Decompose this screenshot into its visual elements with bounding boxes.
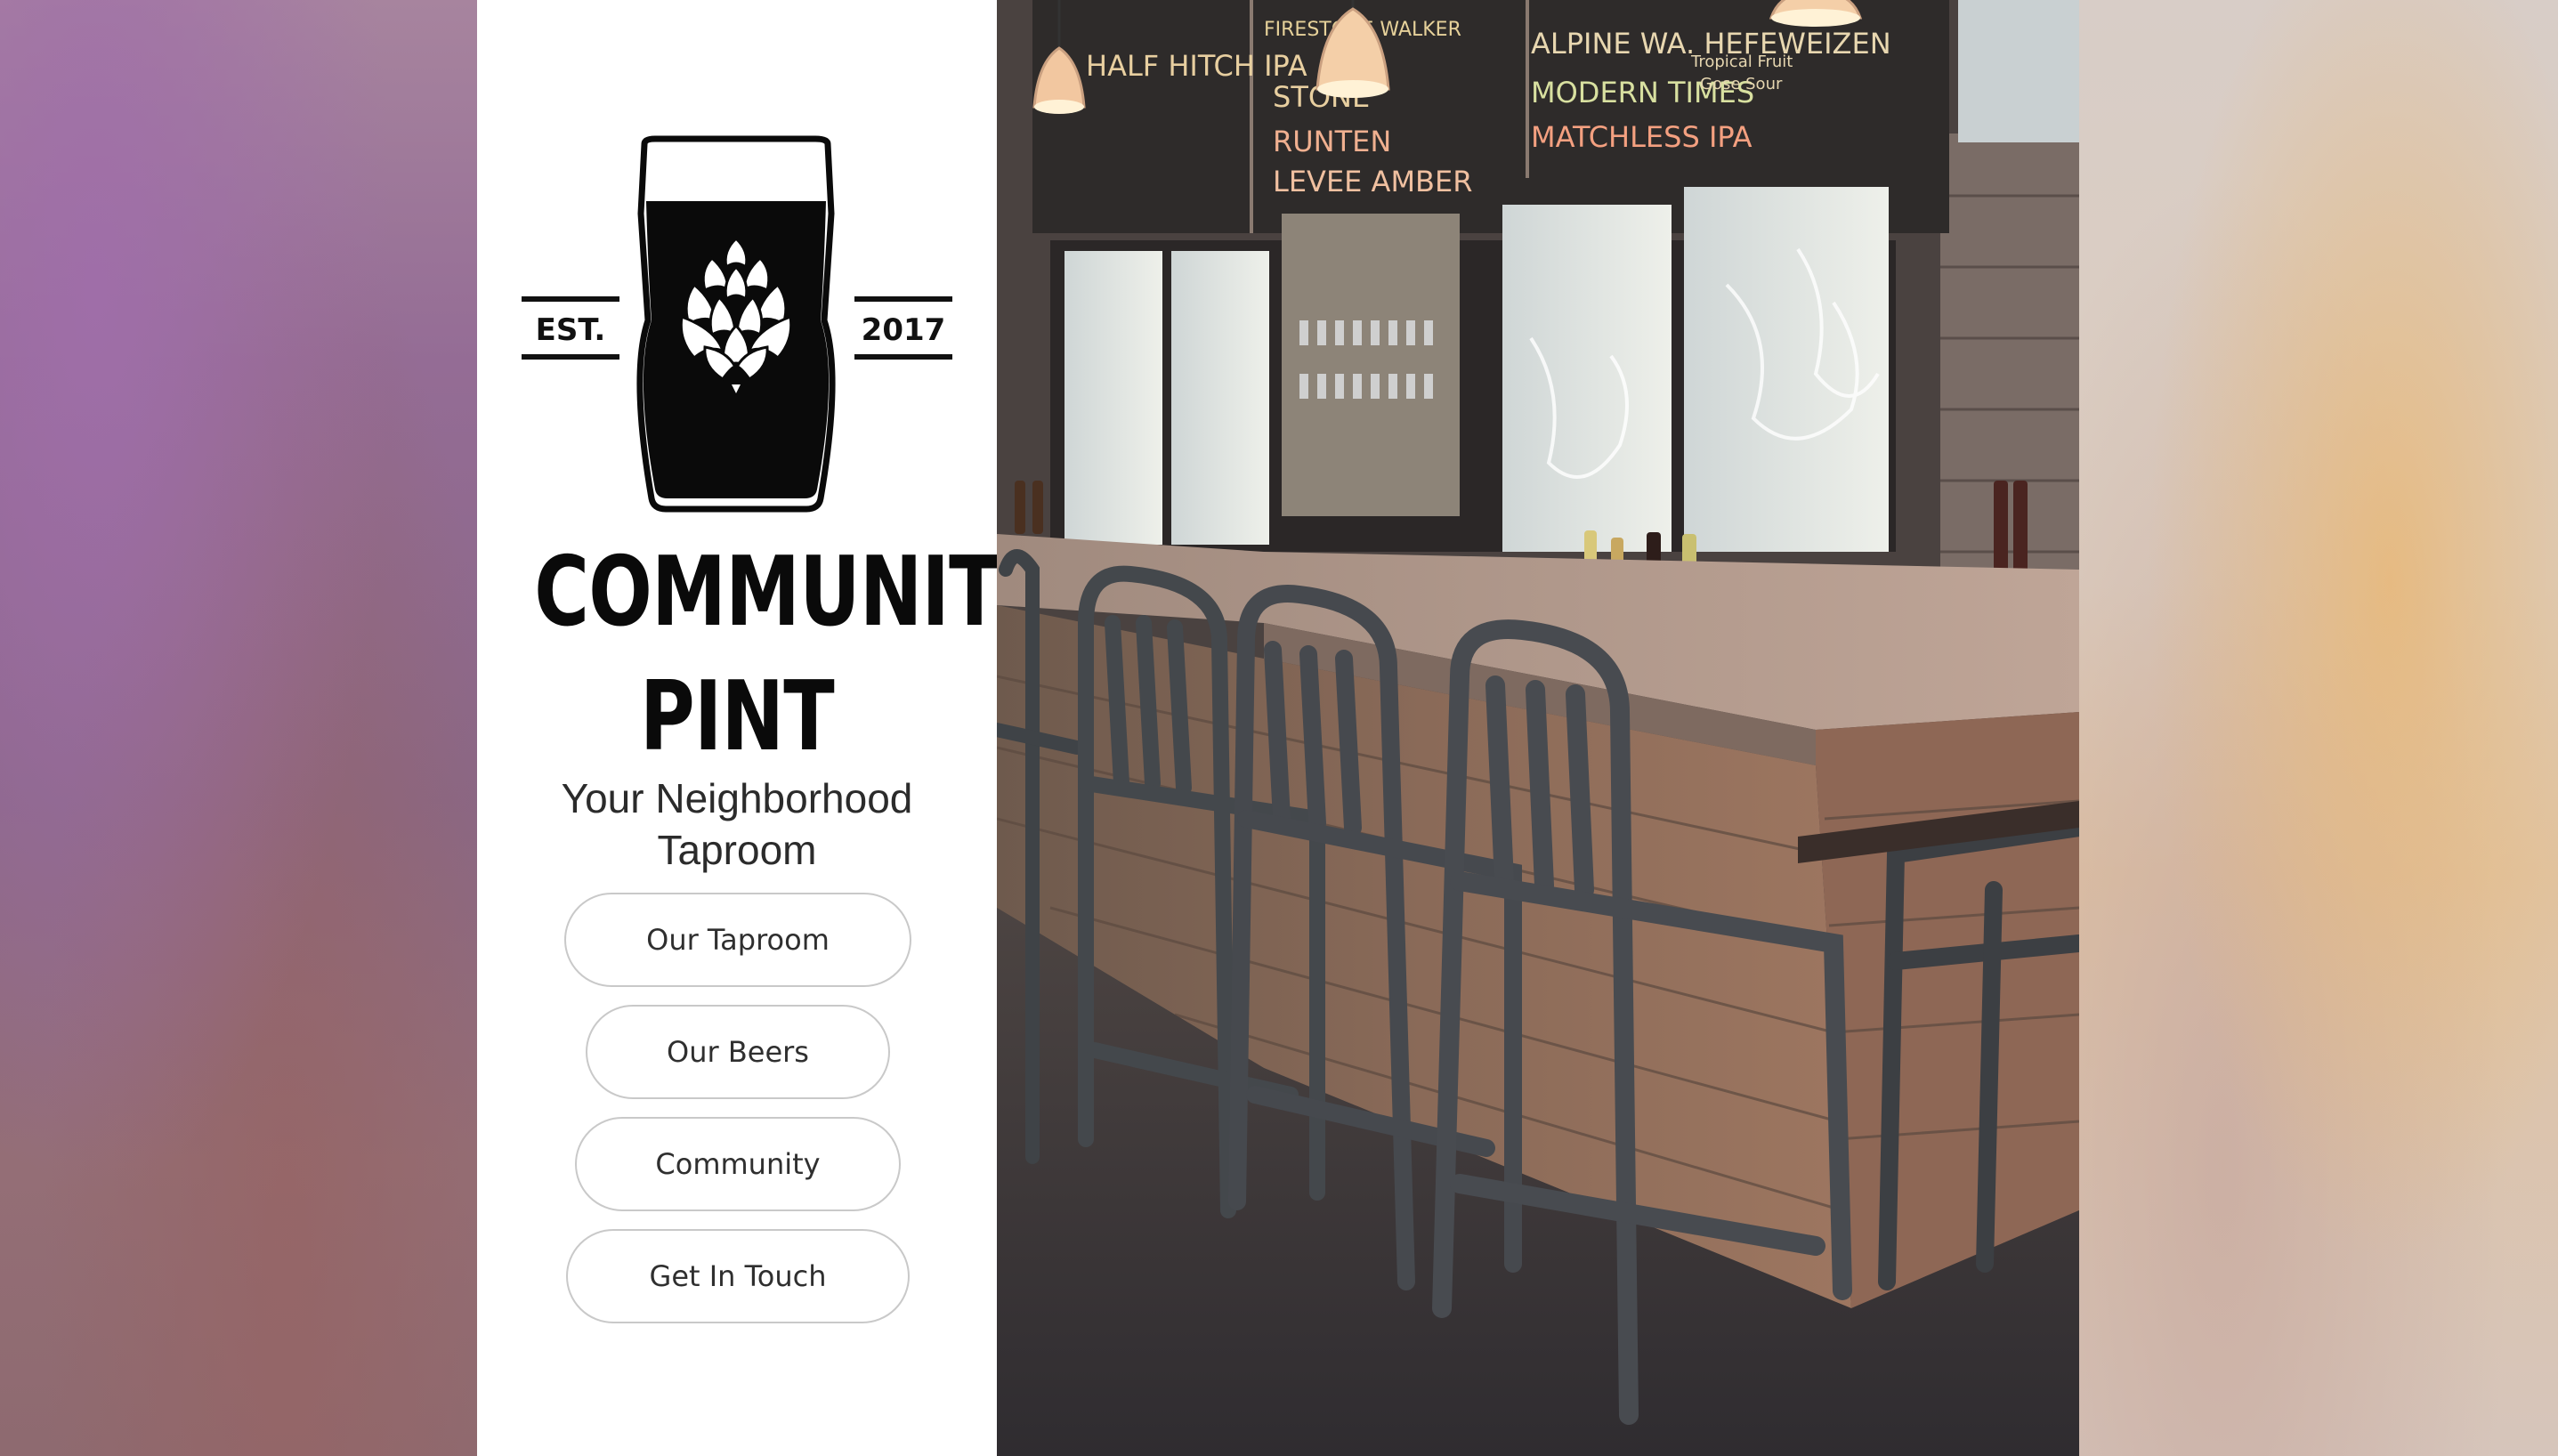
photo-fridge-door: [1064, 251, 1162, 545]
pendant-lamp-icon: [1769, 0, 1863, 27]
logo-est-label: EST.: [536, 312, 606, 348]
svg-text:Gose Sour: Gose Sour: [1700, 75, 1783, 93]
photo-tap-tower: [1282, 214, 1460, 516]
pint-glass-logo: EST. 2017: [522, 135, 952, 513]
brand-title-line2: PINT: [640, 661, 835, 772]
community-button[interactable]: Community: [575, 1117, 901, 1211]
blurred-background-left: [0, 0, 477, 1456]
get-in-touch-button[interactable]: Get In Touch: [566, 1229, 910, 1323]
svg-text:LEVEE AMBER: LEVEE AMBER: [1273, 165, 1472, 198]
svg-text:MATCHLESS IPA: MATCHLESS IPA: [1531, 120, 1753, 154]
svg-text:HALF HITCH IPA: HALF HITCH IPA: [1086, 49, 1307, 83]
photo-fridge-door: [1171, 251, 1269, 545]
tagline: Your Neighborhood Taproom: [530, 772, 943, 876]
blurred-background-right: [2079, 0, 2558, 1456]
sidebar-panel: EST. 2017 COMMUNITY PINT Your Neighborho…: [477, 0, 1054, 1456]
photo-window: [1958, 0, 2079, 142]
tagline-line2: Taproom: [657, 827, 817, 873]
svg-text:RUNTEN: RUNTEN: [1273, 125, 1391, 158]
photo-bar-side: [1816, 712, 2079, 1308]
logo-rule-right-top: [854, 296, 952, 302]
logo-rule-left-bottom: [522, 354, 619, 360]
logo-year: 2017: [862, 312, 946, 348]
brand-title-line1: COMMUNITY: [534, 537, 1054, 648]
tagline-line1: Your Neighborhood: [561, 775, 913, 821]
our-taproom-button[interactable]: Our Taproom: [564, 893, 911, 987]
our-beers-button[interactable]: Our Beers: [586, 1005, 890, 1099]
svg-text:Tropical Fruit: Tropical Fruit: [1690, 53, 1793, 71]
taproom-photo: HALF HITCH IPA FIRESTONE WALKER STONE RU…: [997, 0, 2079, 1456]
photo-wood-wall: [1940, 133, 2079, 632]
logo-rule-right-bottom: [854, 354, 952, 360]
photo-fridge-door: [1502, 205, 1672, 552]
brand-title: COMMUNITY PINT: [534, 530, 1054, 780]
logo-rule-left-top: [522, 296, 619, 302]
